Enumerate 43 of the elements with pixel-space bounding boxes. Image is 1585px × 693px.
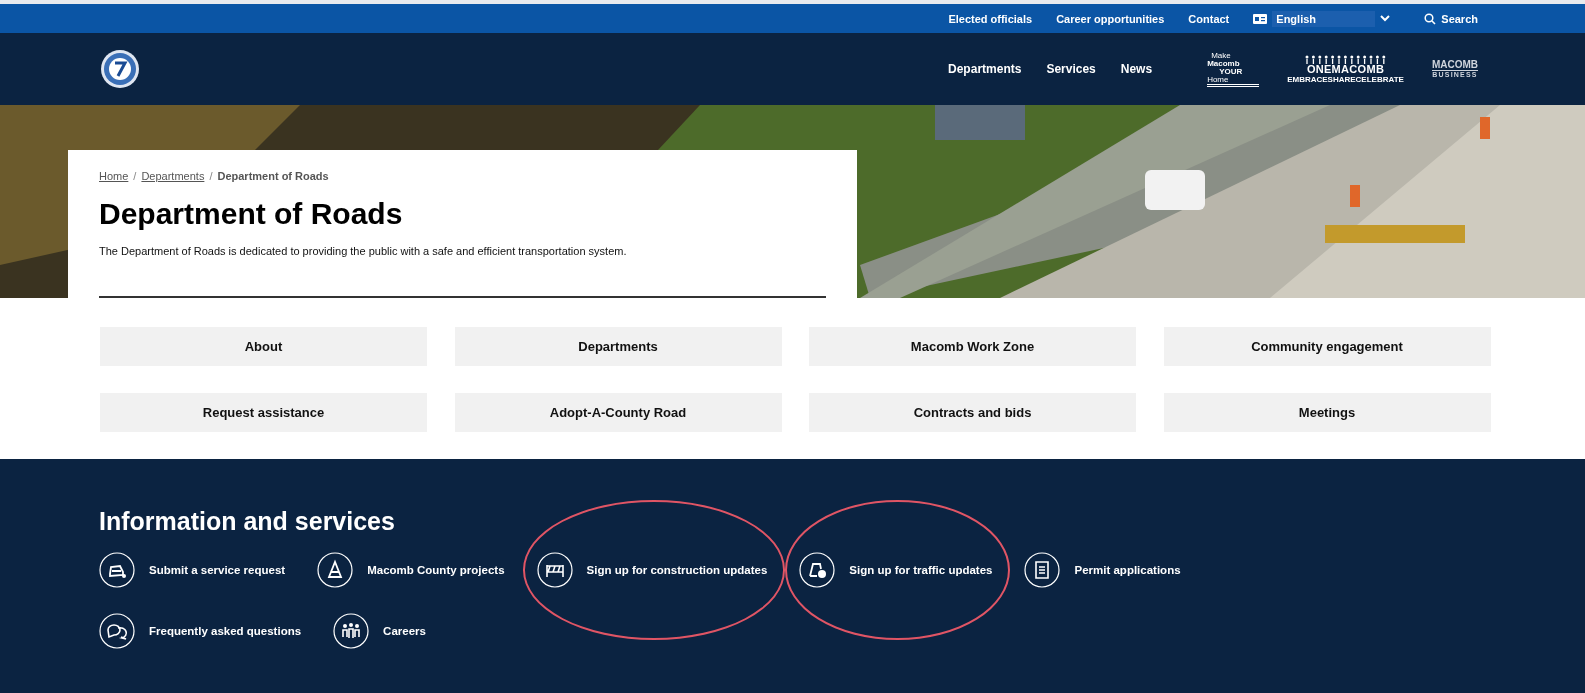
quick-link-button[interactable]: Contracts and bids — [809, 393, 1136, 432]
cone-icon — [317, 552, 354, 588]
alert-icon — [799, 552, 836, 588]
translate-icon — [1253, 13, 1268, 24]
barrier-icon — [536, 552, 573, 588]
car-icon — [99, 552, 135, 588]
search-link[interactable]: Search — [1424, 12, 1478, 25]
quick-link-button[interactable]: Adopt-A-County Road — [454, 393, 782, 432]
service-link[interactable]: Careers — [333, 613, 444, 649]
breadcrumb-link[interactable]: Departments — [141, 170, 205, 182]
quick-link-button[interactable]: Macomb Work Zone — [809, 327, 1136, 366]
people-icon — [333, 613, 370, 649]
make-macomb-home-logo[interactable]: Make Macomb YOUR Home — [1207, 51, 1260, 87]
breadcrumb-separator: / — [209, 170, 213, 182]
quick-link-button[interactable]: About — [100, 327, 427, 366]
quick-link-button[interactable]: Meetings — [1163, 393, 1491, 432]
quick-link-button[interactable]: Community engagement — [1163, 327, 1491, 366]
quick-link-button[interactable]: Departments — [454, 327, 782, 366]
service-link[interactable]: Macomb County projects — [317, 552, 523, 588]
intro-text: The Department of Roads is dedicated to providing the public with a safe and efficient transportation system. — [99, 245, 628, 257]
utility-link[interactable]: Contact — [1188, 12, 1230, 25]
service-link[interactable]: Sign up for traffic updates — [799, 552, 1011, 588]
utility-link[interactable]: Elected officials — [948, 12, 1033, 25]
quick-link-button[interactable]: Request assistance — [100, 393, 427, 432]
nav-link[interactable]: Departments — [948, 62, 1022, 76]
breadcrumb-separator: / — [133, 170, 137, 182]
breadcrumb-current: Department of Roads — [217, 170, 329, 182]
county-seal-icon[interactable] — [100, 49, 140, 89]
section-heading: Information and services — [99, 507, 396, 536]
breadcrumb-link[interactable]: Home — [99, 170, 129, 182]
page-title: Department of Roads — [99, 197, 404, 231]
service-link[interactable]: Submit a service request — [99, 552, 304, 588]
service-link[interactable]: Frequently asked questions — [99, 613, 320, 649]
utility-link[interactable]: Career opportunities — [1056, 12, 1165, 25]
list-icon — [1024, 552, 1061, 588]
chat-icon — [99, 613, 135, 649]
chevron-icon — [1380, 15, 1391, 22]
service-link[interactable]: Permit applications — [1024, 552, 1199, 588]
service-link[interactable]: Sign up for construction updates — [536, 552, 786, 588]
one-macomb-logo[interactable]: ONEMACOMB EMBRACESHARECELEBRATE — [1287, 54, 1404, 84]
search-icon — [1424, 12, 1437, 25]
nav-link[interactable]: Services — [1046, 62, 1096, 76]
nav-link[interactable]: News — [1120, 62, 1153, 76]
